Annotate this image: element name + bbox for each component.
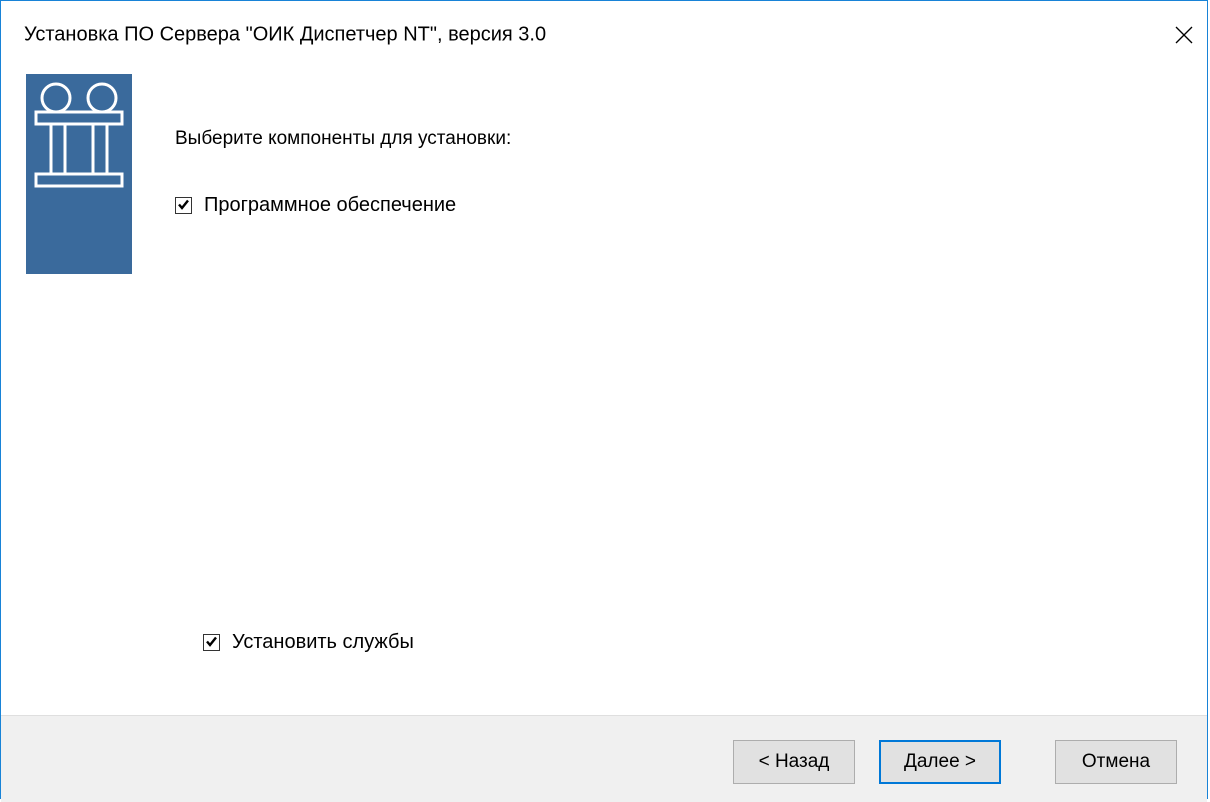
installer-window: Установка ПО Сервера "ОИК Диспетчер NT",… [0,0,1208,802]
next-button[interactable]: Далее > [879,740,1001,784]
button-bar: < Назад Далее > Отмена [1,715,1207,802]
back-button[interactable]: < Назад [733,740,855,784]
install-services-checkbox[interactable] [203,634,220,651]
checkmark-icon [177,194,190,217]
software-checkbox-label: Программное обеспечение [204,194,457,216]
software-checkbox[interactable] [175,197,192,214]
close-button[interactable] [1161,15,1207,55]
install-services-checkbox-row[interactable]: Установить службы [203,631,414,654]
components-heading: Выберите компоненты для установки: [175,128,512,149]
software-component-checkbox-row[interactable]: Программное обеспечение [175,194,456,217]
checkmark-icon [205,631,218,654]
window-title: Установка ПО Сервера "ОИК Диспетчер NT",… [24,23,547,46]
close-icon [1175,26,1193,44]
oik-logo-icon [26,74,132,274]
title-bar: Установка ПО Сервера "ОИК Диспетчер NT",… [1,1,1207,46]
install-services-label: Установить службы [232,631,414,653]
cancel-button[interactable]: Отмена [1055,740,1177,784]
